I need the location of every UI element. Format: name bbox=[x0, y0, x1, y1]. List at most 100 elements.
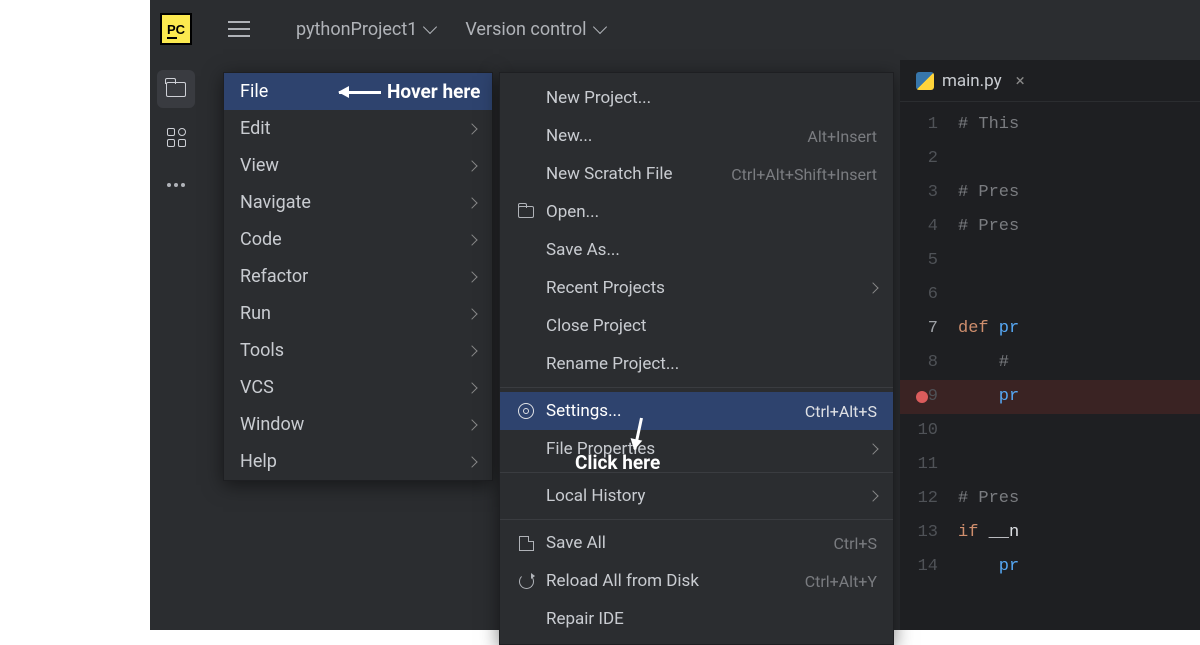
file-menu-item[interactable]: Repair IDE bbox=[500, 600, 893, 638]
project-selector[interactable]: pythonProject1 bbox=[296, 19, 435, 40]
file-menu-item[interactable]: Rename Project... bbox=[500, 345, 893, 383]
pycharm-window: PC pythonProject1 Version control File Ed… bbox=[150, 0, 1200, 630]
line-number: 8 bbox=[900, 346, 938, 380]
code-text[interactable]: # This # Pres# Pres def pr # pr # Presif… bbox=[958, 102, 1200, 584]
chevron-right-icon bbox=[867, 490, 878, 501]
main-menu-item-view[interactable]: View bbox=[224, 147, 492, 184]
breakpoint-icon[interactable] bbox=[916, 391, 928, 403]
menu-item-label: Save All bbox=[546, 533, 606, 553]
project-tool-button[interactable] bbox=[157, 70, 195, 108]
chevron-down-icon bbox=[423, 20, 437, 34]
reload-icon bbox=[519, 574, 534, 589]
menu-item-shortcut: Ctrl+Alt+S bbox=[805, 402, 877, 421]
file-menu-item[interactable]: New Scratch File Ctrl+Alt+Shift+Insert bbox=[500, 155, 893, 193]
structure-icon bbox=[167, 128, 186, 147]
chevron-right-icon bbox=[466, 160, 477, 171]
chevron-right-icon bbox=[466, 271, 477, 282]
project-name: pythonProject1 bbox=[296, 19, 417, 40]
file-menu-item[interactable]: Open... bbox=[500, 193, 893, 231]
chevron-right-icon bbox=[466, 197, 477, 208]
chevron-right-icon bbox=[867, 282, 878, 293]
more-tool-button[interactable] bbox=[157, 166, 195, 204]
menu-item-label: Reload All from Disk bbox=[546, 571, 699, 591]
file-menu-item[interactable]: Save As... bbox=[500, 231, 893, 269]
editor-tabbar: main.py × bbox=[900, 60, 1200, 102]
chevron-down-icon bbox=[592, 20, 606, 34]
line-number: 3 bbox=[900, 176, 938, 210]
file-menu-item[interactable]: New...Alt+Insert bbox=[500, 117, 893, 155]
menu-item-shortcut: Ctrl+Alt+Y bbox=[805, 572, 877, 591]
main-menu-item-edit[interactable]: Edit bbox=[224, 110, 492, 147]
file-menu-item[interactable]: Recent Projects bbox=[500, 269, 893, 307]
hamburger-icon[interactable] bbox=[228, 21, 250, 37]
menu-item-label: Recent Projects bbox=[546, 278, 665, 298]
file-menu-item[interactable]: Save All Ctrl+S bbox=[500, 524, 893, 562]
menu-item-shortcut: Ctrl+Alt+Shift+Insert bbox=[731, 165, 877, 184]
menu-item-label: View bbox=[240, 155, 279, 176]
vcs-selector[interactable]: Version control bbox=[465, 19, 604, 40]
line-number: 12 bbox=[900, 482, 938, 516]
menu-item-label: VCS bbox=[240, 377, 274, 398]
file-menu-item[interactable]: Settings... Ctrl+Alt+S bbox=[500, 392, 893, 430]
main-menu-item-code[interactable]: Code bbox=[224, 221, 492, 258]
separator bbox=[500, 387, 893, 388]
chevron-right-icon bbox=[466, 382, 477, 393]
menu-item-label: Edit bbox=[240, 118, 270, 139]
main-menu-item-run[interactable]: Run bbox=[224, 295, 492, 332]
menu-item-label: Open... bbox=[546, 202, 599, 222]
ellipsis-icon bbox=[167, 183, 185, 187]
python-file-icon bbox=[916, 72, 934, 90]
main-menu-item-window[interactable]: Window bbox=[224, 406, 492, 443]
structure-tool-button[interactable] bbox=[157, 118, 195, 156]
main-menu-item-navigate[interactable]: Navigate bbox=[224, 184, 492, 221]
main-menu-popup: File Edit View Navigate Code Refactor Run Tools… bbox=[223, 72, 493, 481]
file-menu-item[interactable]: File Properties bbox=[500, 430, 893, 468]
menu-item-label: Tools bbox=[240, 340, 284, 361]
menu-item-shortcut: Ctrl+S bbox=[833, 534, 877, 553]
vcs-label: Version control bbox=[465, 19, 586, 40]
chevron-right-icon bbox=[466, 308, 477, 319]
line-number: 10 bbox=[900, 414, 938, 448]
line-number: 14 bbox=[900, 550, 938, 584]
menu-item-label: Save As... bbox=[546, 240, 620, 260]
menu-item-label: Help bbox=[240, 451, 277, 472]
chevron-right-icon bbox=[466, 456, 477, 467]
menu-item-label: Navigate bbox=[240, 192, 311, 213]
chevron-right-icon bbox=[466, 123, 477, 134]
chevron-right-icon bbox=[466, 345, 477, 356]
pycharm-logo-icon: PC bbox=[160, 13, 192, 45]
menu-item-label: Repair IDE bbox=[546, 609, 624, 629]
line-number: 7 bbox=[900, 312, 938, 346]
main-menu-item-vcs[interactable]: VCS bbox=[224, 369, 492, 406]
file-menu-item[interactable]: Close Project bbox=[500, 307, 893, 345]
line-number: 4 bbox=[900, 210, 938, 244]
close-tab-icon[interactable]: × bbox=[1016, 71, 1025, 91]
menu-item-label: Settings... bbox=[546, 401, 622, 421]
save-icon bbox=[519, 536, 534, 551]
toolbar: PC pythonProject1 Version control bbox=[150, 0, 1200, 58]
menu-item-label: Run bbox=[240, 303, 271, 324]
chevron-right-icon bbox=[466, 234, 477, 245]
line-number: 6 bbox=[900, 278, 938, 312]
menu-item-label: Close Project bbox=[546, 316, 646, 336]
folder-icon bbox=[518, 206, 534, 218]
menu-item-label: New Project... bbox=[546, 88, 651, 108]
chevron-right-icon bbox=[867, 443, 878, 454]
file-menu-item[interactable]: Reload All from Disk Ctrl+Alt+Y bbox=[500, 562, 893, 600]
menu-item-label: Local History bbox=[546, 486, 645, 506]
file-menu-item[interactable]: Local History bbox=[500, 477, 893, 515]
main-menu-item-help[interactable]: Help bbox=[224, 443, 492, 480]
file-menu-item[interactable]: New Project... bbox=[500, 79, 893, 117]
main-menu-item-refactor[interactable]: Refactor bbox=[224, 258, 492, 295]
tab-main[interactable]: main.py bbox=[942, 71, 1002, 91]
line-number: 11 bbox=[900, 448, 938, 482]
annotation-hover-arrow bbox=[339, 91, 381, 94]
line-number: 5 bbox=[900, 244, 938, 278]
chevron-right-icon bbox=[466, 419, 477, 430]
main-menu-item-tools[interactable]: Tools bbox=[224, 332, 492, 369]
gutter: 1234567891011121314 bbox=[900, 102, 948, 584]
menu-item-label: Window bbox=[240, 414, 304, 435]
menu-item-label: New Scratch File bbox=[546, 164, 673, 184]
menu-item-label: Refactor bbox=[240, 266, 308, 287]
menu-item-label: File bbox=[240, 81, 268, 102]
